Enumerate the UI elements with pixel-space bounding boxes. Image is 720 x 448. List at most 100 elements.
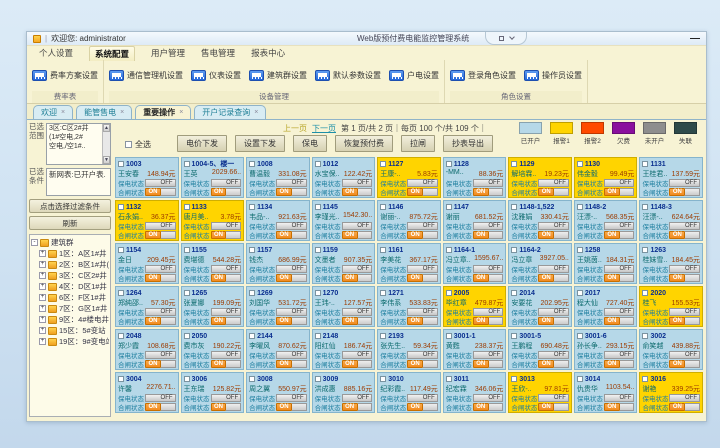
room-card[interactable]: 2048郑少霞108.68元保电状态OFF合闸状态ON: [115, 329, 179, 370]
card-checkbox[interactable]: [446, 204, 452, 210]
card-checkbox[interactable]: [380, 204, 386, 210]
card-checkbox[interactable]: [380, 247, 386, 253]
tree-item[interactable]: +1区：A区1#井: [39, 248, 109, 259]
hezha-toggle[interactable]: ON: [276, 188, 307, 196]
hezha-toggle[interactable]: ON: [604, 403, 635, 411]
hezha-toggle[interactable]: ON: [145, 403, 176, 411]
room-card[interactable]: 2020桂飞155.53元保电状态OFF合闸状态ON: [639, 286, 703, 327]
baodian-toggle[interactable]: OFF: [145, 351, 176, 359]
room-card[interactable]: 2144李曜风870.62元保电状态OFF合闸状态ON: [246, 329, 310, 370]
room-card[interactable]: 1129解培霖..19.23元保电状态OFF合闸状态ON: [508, 157, 572, 198]
hezha-toggle[interactable]: ON: [604, 317, 635, 325]
scroll-up-icon[interactable]: ▲: [103, 124, 110, 132]
hezha-toggle[interactable]: ON: [669, 360, 700, 368]
baodian-toggle[interactable]: OFF: [604, 222, 635, 230]
hezha-toggle[interactable]: ON: [473, 403, 504, 411]
hezha-toggle[interactable]: ON: [669, 317, 700, 325]
baodian-toggle[interactable]: OFF: [604, 265, 635, 273]
card-checkbox[interactable]: [642, 204, 648, 210]
room-card[interactable]: 3001-5王鹏程690.48元保电状态OFF合闸状态ON: [508, 329, 572, 370]
baodian-toggle[interactable]: OFF: [211, 222, 242, 230]
card-checkbox[interactable]: [446, 376, 452, 382]
baodian-toggle[interactable]: OFF: [145, 222, 176, 230]
room-card[interactable]: 1004-5、楼一王英2029.66..保电状态OFF合闸状态ON: [181, 157, 245, 198]
room-card[interactable]: 1128-MM..88.36元保电状态OFF合闸状态ON: [443, 157, 507, 198]
ribbon-button[interactable]: 仪表设置: [191, 70, 241, 81]
hezha-toggle[interactable]: ON: [407, 360, 438, 368]
baodian-toggle[interactable]: OFF: [211, 179, 242, 187]
tree-root[interactable]: -建筑群: [31, 237, 109, 248]
card-checkbox[interactable]: [249, 290, 255, 296]
baodian-toggle[interactable]: OFF: [538, 351, 569, 359]
room-card[interactable]: 1148-1,522沈雅娟330.41元保电状态OFF合闸状态ON: [508, 200, 572, 241]
card-checkbox[interactable]: [380, 376, 386, 382]
hezha-toggle[interactable]: ON: [211, 317, 242, 325]
room-card[interactable]: 3004许馨2276.71..保电状态OFF合闸状态ON: [115, 372, 179, 413]
expand-icon[interactable]: +: [39, 327, 46, 334]
room-card[interactable]: 1131王桂君..137.59元保电状态OFF合闸状态ON: [639, 157, 703, 198]
hezha-toggle[interactable]: ON: [342, 317, 373, 325]
baodian-toggle[interactable]: OFF: [145, 179, 176, 187]
baodian-toggle[interactable]: OFF: [669, 308, 700, 316]
ribbon-button[interactable]: 户电设置: [389, 70, 439, 81]
room-card[interactable]: 1270王玮-..127.57元保电状态OFF合闸状态ON: [312, 286, 376, 327]
card-checkbox[interactable]: [118, 247, 124, 253]
action-button-设置下发[interactable]: 设置下发: [235, 135, 285, 152]
baodian-toggle[interactable]: OFF: [407, 179, 438, 187]
card-checkbox[interactable]: [184, 247, 190, 253]
action-button-保电[interactable]: 保电: [293, 135, 327, 152]
baodian-toggle[interactable]: OFF: [211, 394, 242, 402]
card-checkbox[interactable]: [511, 333, 517, 339]
card-checkbox[interactable]: [577, 247, 583, 253]
baodian-toggle[interactable]: OFF: [407, 394, 438, 402]
baodian-toggle[interactable]: OFF: [473, 179, 504, 187]
baodian-toggle[interactable]: OFF: [276, 308, 307, 316]
hezha-toggle[interactable]: ON: [473, 360, 504, 368]
baodian-toggle[interactable]: OFF: [276, 179, 307, 187]
baodian-toggle[interactable]: OFF: [538, 308, 569, 316]
room-card[interactable]: 1132石永娟..36.37元保电状态OFF合闸状态ON: [115, 200, 179, 241]
next-page-link[interactable]: 下一页: [312, 123, 336, 134]
action-button-拉闸[interactable]: 拉闸: [401, 135, 435, 152]
card-checkbox[interactable]: [642, 161, 648, 167]
hezha-toggle[interactable]: ON: [669, 274, 700, 282]
hezha-toggle[interactable]: ON: [473, 188, 504, 196]
hezha-toggle[interactable]: ON: [276, 274, 307, 282]
hezha-toggle[interactable]: ON: [538, 274, 569, 282]
hezha-toggle[interactable]: ON: [342, 274, 373, 282]
baodian-toggle[interactable]: OFF: [669, 351, 700, 359]
baodian-toggle[interactable]: OFF: [473, 394, 504, 402]
choose-filter-button[interactable]: 点击选择过滤条件: [29, 199, 111, 213]
expand-icon[interactable]: +: [39, 294, 46, 301]
hezha-toggle[interactable]: ON: [538, 403, 569, 411]
baodian-toggle[interactable]: OFF: [407, 222, 438, 230]
hezha-toggle[interactable]: ON: [276, 317, 307, 325]
room-card[interactable]: 1263桂妹雪..184.45元保电状态OFF合闸状态ON: [639, 243, 703, 284]
baodian-toggle[interactable]: OFF: [407, 308, 438, 316]
ribbon-collapse-control[interactable]: [485, 32, 527, 45]
close-icon[interactable]: ×: [120, 109, 124, 116]
baodian-toggle[interactable]: OFF: [145, 265, 176, 273]
card-checkbox[interactable]: [511, 290, 517, 296]
baodian-toggle[interactable]: OFF: [538, 394, 569, 402]
card-checkbox[interactable]: [249, 333, 255, 339]
baodian-toggle[interactable]: OFF: [604, 308, 635, 316]
hezha-toggle[interactable]: ON: [407, 317, 438, 325]
expand-icon[interactable]: +: [39, 283, 46, 290]
refresh-button[interactable]: 刷新: [29, 216, 111, 230]
card-checkbox[interactable]: [577, 376, 583, 382]
hezha-toggle[interactable]: ON: [538, 360, 569, 368]
baodian-toggle[interactable]: OFF: [538, 179, 569, 187]
room-card[interactable]: 1008曹温毅331.08元保电状态OFF合闸状态ON: [246, 157, 310, 198]
tree-item[interactable]: +19区：9#变电站: [39, 336, 109, 347]
room-card[interactable]: 3001-1黄甦238.37元保电状态OFF合闸状态ON: [443, 329, 507, 370]
card-checkbox[interactable]: [118, 376, 124, 382]
tree-item[interactable]: +4区：D区1#井（: [39, 281, 109, 292]
hezha-toggle[interactable]: ON: [145, 317, 176, 325]
room-card[interactable]: 1148-3汪漂-..624.64元保电状态OFF合闸状态ON: [639, 200, 703, 241]
select-all-checkbox[interactable]: [125, 141, 132, 148]
card-checkbox[interactable]: [511, 161, 517, 167]
room-card[interactable]: 1133唐月美..3.78元保电状态OFF合闸状态ON: [181, 200, 245, 241]
room-card[interactable]: 1148-2汪漂-..568.35元保电状态OFF合闸状态ON: [574, 200, 638, 241]
baodian-toggle[interactable]: OFF: [407, 265, 438, 273]
